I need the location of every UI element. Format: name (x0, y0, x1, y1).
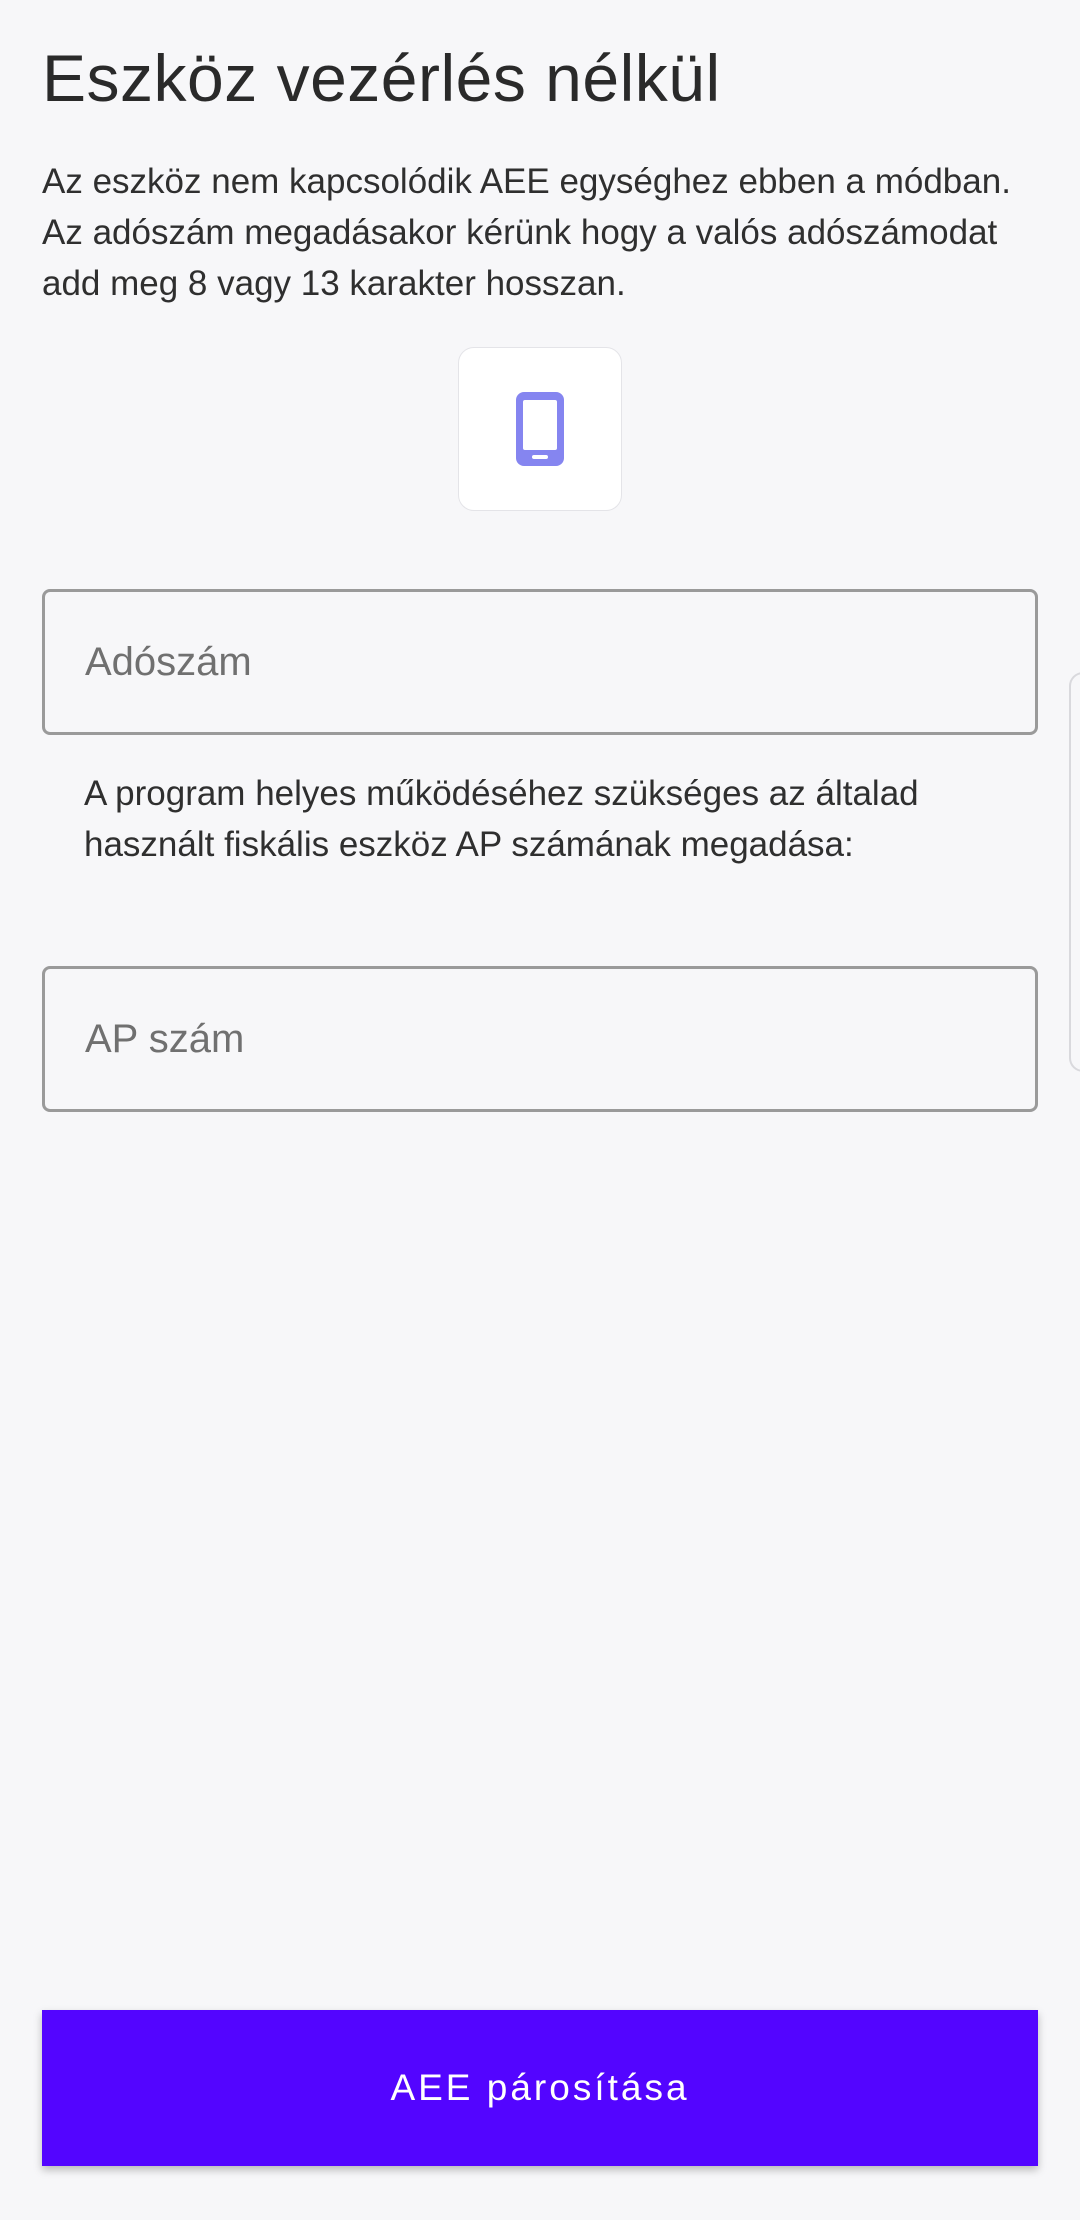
page-title: Eszköz vezérlés nélkül (42, 41, 721, 115)
mode-description: Az eszköz nem kapcsolódik AEE egységhez … (42, 162, 1011, 303)
tax-number-field[interactable] (42, 589, 1038, 735)
ap-number-input[interactable] (85, 1016, 995, 1062)
smartphone-icon (516, 392, 564, 466)
device-mode-card (458, 347, 622, 511)
edge-panel-handle[interactable] (1069, 672, 1080, 1072)
ap-number-field[interactable] (42, 966, 1038, 1112)
tax-number-input[interactable] (85, 639, 995, 685)
pair-aee-button[interactable]: AEE párosítása (42, 2010, 1038, 2166)
ap-number-helper-text: A program helyes működéséhez szükséges a… (84, 774, 919, 864)
